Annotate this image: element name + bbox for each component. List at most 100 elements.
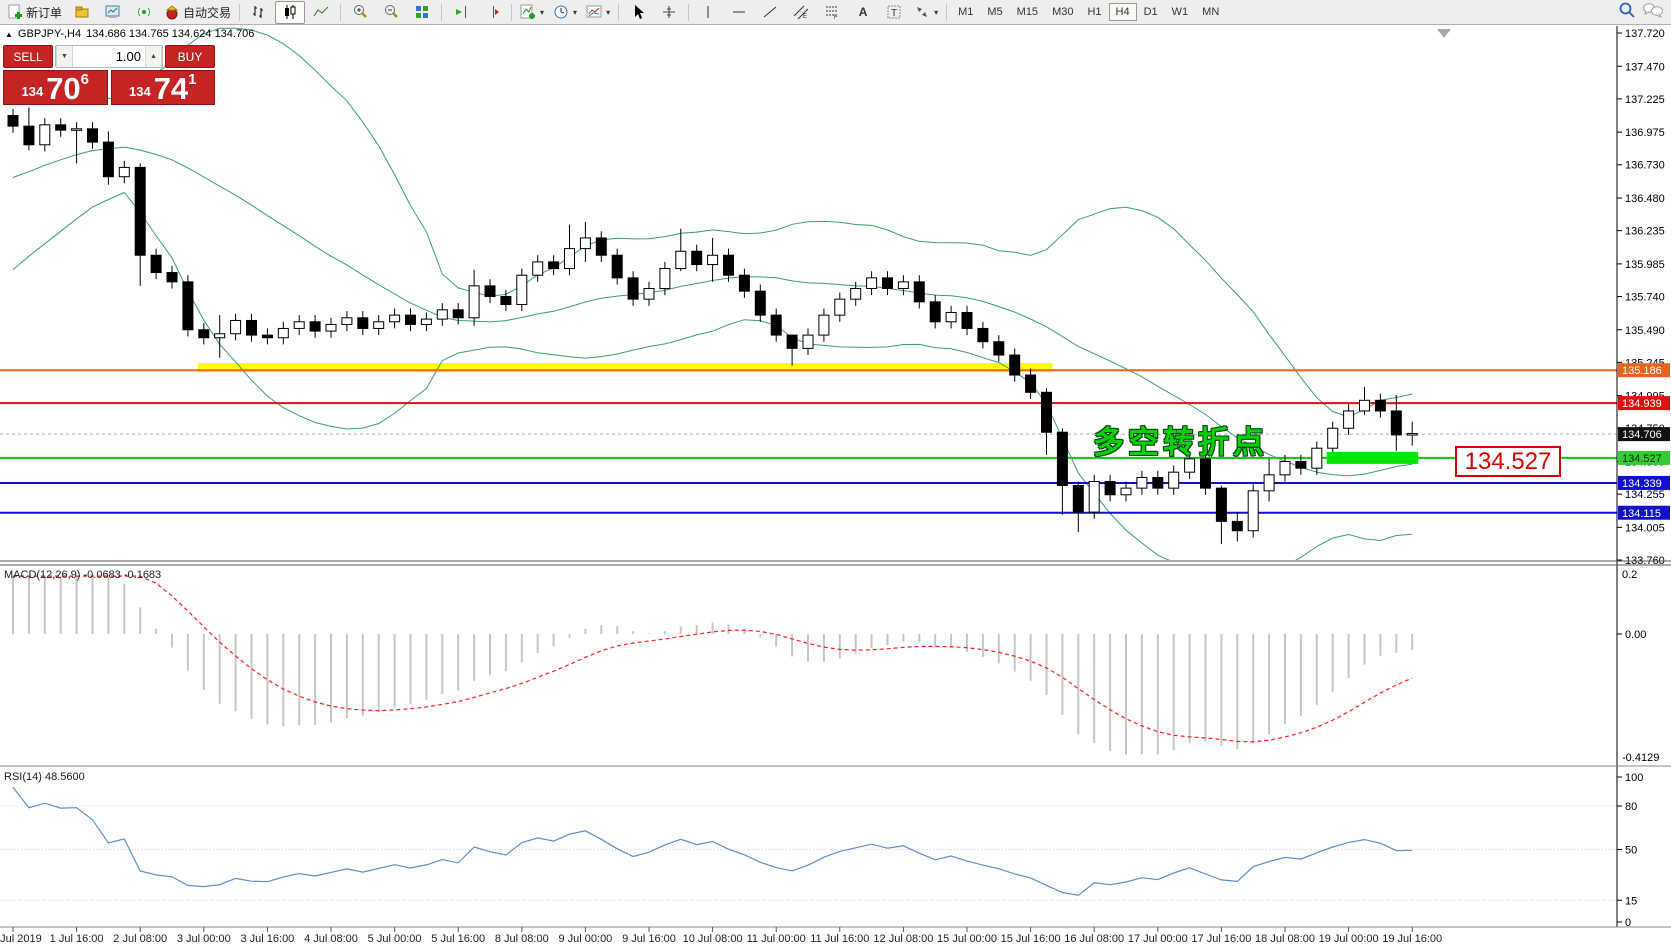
crosshair-tool-button[interactable] <box>654 1 684 24</box>
toolbar-separator <box>239 3 241 21</box>
templates-button[interactable]: ▾ <box>582 1 614 24</box>
price-level-label: 135.186 <box>1622 365 1662 377</box>
autotrading-button[interactable]: 自动交易 <box>160 1 235 24</box>
volume-stepper: ▼ ▲ <box>55 45 163 68</box>
sell-button[interactable]: SELL <box>3 45 53 68</box>
indicators-button[interactable]: ▾ <box>516 1 548 24</box>
chart-profile-button[interactable] <box>67 1 97 24</box>
timeframe-M5[interactable]: M5 <box>980 3 1009 21</box>
timeframe-buttons: M1 M5 M15 M30 H1 H4 D1 W1 MN <box>951 3 1226 21</box>
rsi-layer <box>0 786 1617 901</box>
bar-chart-mode-button[interactable] <box>244 1 274 24</box>
candle <box>357 317 369 329</box>
text-tool-button[interactable]: A <box>848 1 878 24</box>
candle <box>341 317 353 325</box>
candle <box>770 314 782 336</box>
candle <box>166 272 178 283</box>
fibonacci-tool-button[interactable]: F <box>817 1 847 24</box>
price-axis-tick: 136.480 <box>1625 193 1665 205</box>
time-axis-label: 1 Jul 2019 <box>0 933 42 945</box>
green-highlight-box <box>1326 451 1419 464</box>
candle <box>468 285 480 319</box>
mt4-terminal: { "toolbar": { "new_order_label": "新订单",… <box>0 0 1671 949</box>
cursor-icon <box>630 4 646 20</box>
vertical-line-tool-button[interactable] <box>693 1 723 24</box>
collapse-arrow-icon[interactable]: ▲ <box>5 30 13 39</box>
template-icon <box>586 4 602 20</box>
candle <box>484 285 496 297</box>
candle <box>754 290 766 316</box>
text-label-tool-button[interactable]: T <box>879 1 909 24</box>
time-axis-label: 9 Jul 00:00 <box>558 933 612 945</box>
time-axis-label: 5 Jul 16:00 <box>431 933 485 945</box>
timeframe-W1[interactable]: W1 <box>1165 3 1196 21</box>
timeframe-H1[interactable]: H1 <box>1080 3 1108 21</box>
price-axis-tick: 136.730 <box>1625 160 1665 172</box>
timeframe-MN[interactable]: MN <box>1195 3 1226 21</box>
price-axis-tick: 137.720 <box>1625 28 1665 40</box>
candle <box>1390 410 1402 436</box>
trendline-tool-button[interactable] <box>755 1 785 24</box>
timeframe-D1[interactable]: D1 <box>1137 3 1165 21</box>
candle <box>707 254 719 266</box>
time-axis-label: 8 Jul 08:00 <box>495 933 549 945</box>
candle <box>929 301 941 323</box>
search-icon[interactable] <box>1618 1 1636 24</box>
time-axis-label: 1 Jul 16:00 <box>50 933 104 945</box>
timeframe-M30[interactable]: M30 <box>1045 3 1080 21</box>
buy-price-sup: 1 <box>188 71 197 88</box>
toolbar-separator <box>618 3 620 21</box>
zoom-out-button[interactable] <box>376 1 406 24</box>
signals-button[interactable] <box>129 1 159 24</box>
cursor-tool-button[interactable] <box>623 1 653 24</box>
price-axis-tick: 134.005 <box>1625 522 1665 534</box>
volume-input[interactable] <box>73 46 145 67</box>
chat-icon[interactable] <box>1642 1 1664 24</box>
chevron-down-icon: ▾ <box>573 7 578 17</box>
timeframe-M15[interactable]: M15 <box>1010 3 1045 21</box>
arrows-tool-button[interactable]: ▾ <box>910 1 942 24</box>
candle <box>1168 471 1180 489</box>
candle <box>802 334 814 349</box>
tile-windows-button[interactable] <box>407 1 437 24</box>
macd-axis-min: -0.4129 <box>1622 752 1659 764</box>
bollinger-upper <box>12 27 1413 418</box>
chart-canvas[interactable]: 137.720 137.470 137.225 136.975 136.730 136.4… <box>0 0 1671 949</box>
candle <box>1072 484 1084 513</box>
svg-text:F: F <box>834 15 838 20</box>
buy-price-box[interactable]: 134 74 1 <box>110 70 215 106</box>
equidistant-channel-tool-button[interactable]: E <box>786 1 816 24</box>
one-click-trading-panel: SELL ▼ ▲ BUY 134 70 6 134 74 1 <box>3 45 215 105</box>
chart-shift-button[interactable] <box>477 1 507 24</box>
line-chart-mode-button[interactable] <box>306 1 336 24</box>
candlestick-mode-button[interactable] <box>275 0 306 24</box>
zoom-in-button[interactable] <box>345 1 375 24</box>
price-axis-tick: 134.255 <box>1625 489 1665 501</box>
price-axis-tick: 135.740 <box>1625 291 1665 303</box>
auto-scroll-button[interactable] <box>446 1 476 24</box>
rsi-axis-tick: 50 <box>1625 845 1637 857</box>
volume-decrease-button[interactable]: ▼ <box>56 46 73 67</box>
horizontal-line-tool-button[interactable] <box>724 1 754 24</box>
sell-price-box[interactable]: 134 70 6 <box>3 70 108 105</box>
candle <box>627 277 639 300</box>
new-order-button[interactable]: 新订单 <box>3 1 66 24</box>
time-axis-label: 19 Jul 16:00 <box>1382 933 1442 945</box>
candle <box>882 277 893 290</box>
volume-increase-button[interactable]: ▲ <box>145 46 162 67</box>
periods-button[interactable]: ▾ <box>549 1 581 24</box>
timeframe-H4[interactable]: H4 <box>1108 3 1137 21</box>
candle <box>150 254 162 274</box>
market-watch-button[interactable] <box>98 1 128 24</box>
candle <box>39 124 51 146</box>
sell-price-sup: 6 <box>80 71 90 88</box>
candle <box>548 261 560 270</box>
buy-button[interactable]: BUY <box>165 45 215 68</box>
candle <box>261 334 273 339</box>
buy-price-big: 74 <box>153 71 189 106</box>
candle <box>659 268 671 290</box>
timeframe-M1[interactable]: M1 <box>951 3 980 21</box>
candle <box>723 254 734 276</box>
candle <box>818 314 830 336</box>
text-tool-label: A <box>858 5 868 19</box>
